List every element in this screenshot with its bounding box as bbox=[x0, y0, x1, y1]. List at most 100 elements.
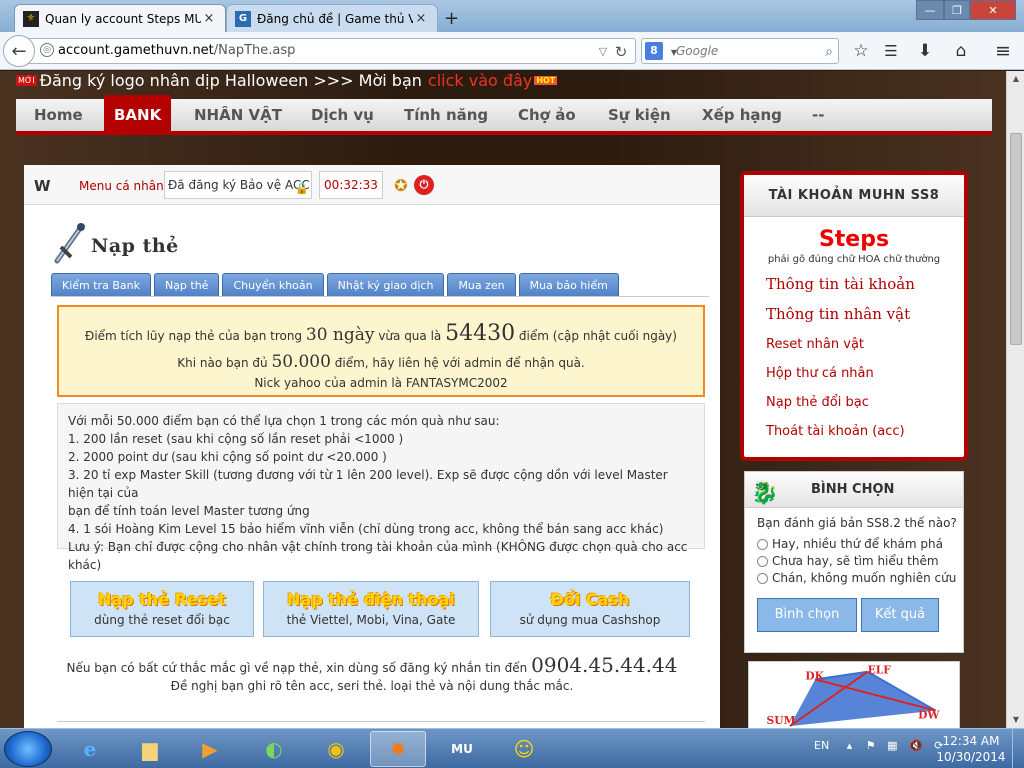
clock-date: 10/30/2014 bbox=[936, 750, 1006, 764]
menu-home[interactable]: Home bbox=[34, 99, 83, 131]
diagram-label: SUM bbox=[767, 714, 796, 727]
bookmark-star-icon[interactable]: ☆ bbox=[850, 40, 872, 62]
language-indicator[interactable]: EN bbox=[814, 739, 829, 752]
banner-link[interactable]: click vào đây bbox=[428, 71, 532, 90]
scroll-down-icon[interactable]: ▼ bbox=[1007, 712, 1024, 728]
user-toolbar: W Menu cá nhân Đã đăng ký Bảo vệ ACC 🔒 0… bbox=[24, 165, 720, 205]
doi-cash-button[interactable]: Đổi Cash sử dụng mua Cashshop bbox=[490, 581, 690, 637]
clock[interactable]: 12:34 AM 10/30/2014 bbox=[936, 733, 1006, 765]
bookmarks-list-icon[interactable]: ☰ bbox=[880, 40, 902, 62]
ie-icon[interactable]: e bbox=[62, 731, 118, 767]
poll-title: BÌNH CHỌN bbox=[811, 482, 895, 497]
home-icon[interactable]: ⌂ bbox=[950, 40, 972, 62]
radio-button[interactable] bbox=[757, 572, 768, 584]
notice-text: Điểm tích lũy nạp thẻ của bạn trong bbox=[85, 329, 303, 343]
sidebar-link-inbox[interactable]: Hộp thư cá nhân bbox=[766, 366, 964, 381]
menu-tinh-nang[interactable]: Tính năng bbox=[404, 99, 488, 131]
yahoo-messenger-icon[interactable]: ☺ bbox=[496, 731, 552, 767]
globe-icon: ◎ bbox=[40, 43, 54, 57]
menu-su-kien[interactable]: Sự kiện bbox=[608, 99, 671, 131]
poll-option[interactable]: Chưa hay, sẽ tìm hiểu thêm bbox=[757, 554, 963, 568]
mute-icon[interactable]: 🔇 bbox=[909, 739, 923, 752]
radio-button[interactable] bbox=[757, 538, 768, 550]
downloads-icon[interactable]: ⬇ bbox=[914, 40, 936, 62]
menu-more[interactable]: -- bbox=[812, 99, 824, 131]
url-text[interactable]: account.gamethuvn.net/NapThe.asp bbox=[58, 43, 295, 58]
tab-mua-bao-hiem[interactable]: Mua bảo hiểm bbox=[518, 273, 619, 297]
nap-the-dien-thoai-button[interactable]: Nạp thẻ điện thoại thẻ Viettel, Mobi, Vi… bbox=[263, 581, 479, 637]
tab-chuyen-khoan[interactable]: Chuyển khoản bbox=[222, 273, 324, 297]
show-desktop-button[interactable] bbox=[1012, 729, 1024, 768]
hot-badge: HOT bbox=[534, 75, 558, 85]
personal-menu-link[interactable]: Menu cá nhân bbox=[79, 179, 164, 193]
diagram-label: ELF bbox=[868, 664, 892, 677]
sidebar-link-account-info[interactable]: Thông tin tài khoản bbox=[766, 275, 964, 293]
menu-xep-hang[interactable]: Xếp hạng bbox=[702, 99, 782, 131]
banner-text: Đăng ký logo nhân dịp Halloween >>> Mời … bbox=[39, 71, 422, 90]
chevron-up-icon[interactable]: ▴ bbox=[847, 739, 853, 752]
page-viewport: MỚI Đăng ký logo nhân dịp Halloween >>> … bbox=[0, 71, 1006, 728]
minimize-button[interactable]: — bbox=[916, 0, 944, 20]
poll-option[interactable]: Chán, không muốn nghiên cứu bbox=[757, 571, 963, 585]
explorer-icon[interactable]: ▆ bbox=[122, 731, 178, 767]
button-title: Nạp thẻ Reset bbox=[98, 590, 226, 609]
vote-button[interactable]: Bình chọn bbox=[757, 598, 857, 632]
menu-cho-ao[interactable]: Chợ ảo bbox=[518, 99, 576, 131]
poll-option[interactable]: Hay, nhiều thứ để khám phá bbox=[757, 537, 963, 551]
tab-mua-zen[interactable]: Mua zen bbox=[447, 273, 516, 297]
username: Steps bbox=[818, 227, 890, 252]
menu-icon[interactable]: ≡ bbox=[992, 40, 1014, 62]
start-button[interactable] bbox=[4, 731, 52, 767]
tab-kiem-tra-bank[interactable]: Kiểm tra Bank bbox=[51, 273, 151, 297]
results-button[interactable]: Kết quả bbox=[861, 598, 939, 632]
radio-button[interactable] bbox=[757, 555, 768, 567]
notice-points: 54430 bbox=[445, 321, 516, 346]
coccoc-icon[interactable]: ◐ bbox=[246, 731, 302, 767]
support-note: Nếu bạn có bất cứ thắc mắc gì về nạp thẻ… bbox=[24, 653, 720, 677]
notice-text: Khi nào bạn đủ bbox=[177, 356, 268, 370]
diagram-label: DW bbox=[918, 708, 940, 721]
sidebar-link-logout[interactable]: Thoát tài khoản (acc) bbox=[766, 424, 964, 439]
mu-game-icon[interactable]: MU bbox=[434, 731, 490, 767]
browser-tab-active[interactable]: ⚜ Quan ly account Steps MU ... × bbox=[14, 4, 226, 32]
reload-icon[interactable]: ↻ bbox=[610, 41, 632, 63]
search-placeholder: Google bbox=[676, 44, 719, 58]
maximize-button[interactable]: ❐ bbox=[944, 0, 970, 20]
nap-the-reset-button[interactable]: Nạp thẻ Reset dùng thẻ reset đổi bạc bbox=[70, 581, 254, 637]
vertical-scrollbar[interactable]: ▲ ▼ bbox=[1006, 71, 1024, 728]
sidebar-link-card-exchange[interactable]: Nạp thẻ đổi bạc bbox=[766, 395, 964, 410]
power-icon[interactable]: ⏻ bbox=[414, 175, 434, 195]
session-timer: 00:32:33 bbox=[319, 171, 383, 199]
firefox-icon[interactable]: ✹ bbox=[370, 731, 426, 767]
close-tab-icon[interactable]: × bbox=[201, 11, 217, 26]
browser-tab-inactive[interactable]: G Đăng chủ đề | Game thủ Vi... × bbox=[226, 4, 438, 32]
chrome-icon[interactable]: ◉ bbox=[308, 731, 364, 767]
poll-header: 🐉 BÌNH CHỌN bbox=[745, 472, 963, 508]
button-title: Đổi Cash bbox=[550, 590, 630, 609]
back-button[interactable]: ← bbox=[3, 35, 35, 67]
media-player-icon[interactable]: ▶ bbox=[182, 731, 238, 767]
gift-icon[interactable]: ✪ bbox=[390, 175, 412, 197]
close-tab-icon[interactable]: × bbox=[413, 11, 429, 26]
scroll-thumb[interactable] bbox=[1010, 133, 1022, 345]
clock-time: 12:34 AM bbox=[942, 734, 1000, 748]
close-window-button[interactable]: ✕ bbox=[970, 0, 1016, 20]
network-icon[interactable]: ▦ bbox=[887, 739, 897, 752]
g-favicon-icon: G bbox=[235, 10, 251, 27]
menu-dich-vu[interactable]: Dịch vụ bbox=[311, 99, 374, 131]
google-icon[interactable]: 8 bbox=[645, 42, 663, 60]
halloween-banner[interactable]: MỚI Đăng ký logo nhân dịp Halloween >>> … bbox=[16, 71, 558, 90]
magnifier-icon[interactable]: ⌕ bbox=[818, 41, 840, 63]
account-panel: TÀI KHOẢN MUHN SS8 Steps phải gõ đúng ch… bbox=[740, 171, 968, 461]
tab-nap-the[interactable]: Nạp thẻ bbox=[153, 273, 220, 297]
sidebar-link-reset[interactable]: Reset nhân vật bbox=[766, 337, 964, 352]
tab-nhat-ky-giao-dich[interactable]: Nhật ký giao dịch bbox=[326, 273, 445, 297]
scroll-up-icon[interactable]: ▲ bbox=[1007, 71, 1024, 87]
new-tab-button[interactable]: + bbox=[444, 8, 459, 29]
sidebar-link-character-info[interactable]: Thông tin nhân vật bbox=[766, 305, 964, 323]
menu-bank[interactable]: BANK bbox=[104, 95, 172, 131]
flag-icon[interactable]: ⚑ bbox=[866, 739, 876, 752]
tab-divider bbox=[51, 296, 709, 297]
menu-nhan-vat[interactable]: NHÂN VẬT bbox=[194, 99, 282, 131]
gift-list: Với mỗi 50.000 điểm bạn có thể lựa chọn … bbox=[57, 403, 705, 572]
